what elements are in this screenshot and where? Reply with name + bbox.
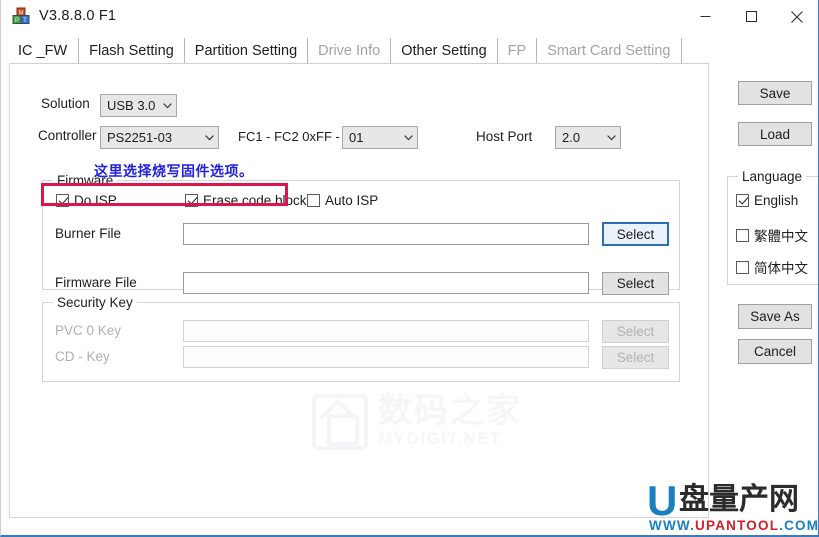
language-group-title: Language bbox=[738, 169, 807, 184]
checkbox-label: English bbox=[754, 193, 799, 208]
chevron-down-icon bbox=[399, 127, 417, 148]
annotation-text: 这里选择烧写固件选项。 bbox=[94, 163, 254, 179]
checkbox-label: Erase code block bbox=[203, 193, 307, 208]
pvc-key-label: PVC 0 Key bbox=[55, 323, 122, 338]
checkbox-box bbox=[56, 194, 69, 207]
house-logo-icon bbox=[312, 394, 368, 450]
watermark-url-tld: .COM bbox=[779, 518, 819, 533]
cancel-button[interactable]: Cancel bbox=[738, 339, 812, 364]
pvc-key-select-button: Select bbox=[602, 320, 669, 343]
checkbox-box bbox=[736, 194, 749, 207]
svg-text:T: T bbox=[23, 18, 27, 24]
cd-key-select-button: Select bbox=[602, 346, 669, 369]
burner-file-select-button[interactable]: Select bbox=[602, 222, 669, 246]
controller-dropdown[interactable]: PS2251-03 bbox=[100, 126, 219, 149]
cd-key-input bbox=[183, 346, 589, 368]
checkbox-label: 简体中文 bbox=[754, 261, 808, 276]
tab-fp: FP bbox=[498, 38, 538, 63]
watermark-cn-text: 数码之家 bbox=[378, 392, 522, 430]
host-port-label: Host Port bbox=[476, 129, 533, 144]
burner-file-input[interactable] bbox=[183, 223, 589, 245]
checkbox-auto-isp[interactable]: Auto ISP bbox=[307, 193, 378, 208]
ic-fw-panel: Solution USB 3.0 Controller PS2251-03 FC… bbox=[9, 63, 709, 518]
save-as-button[interactable]: Save As bbox=[738, 304, 812, 329]
host-port-dropdown[interactable]: 2.0 bbox=[555, 126, 621, 149]
cd-key-label: CD - Key bbox=[55, 349, 110, 364]
watermark-url-www: WWW. bbox=[649, 518, 696, 533]
checkbox-box bbox=[185, 194, 198, 207]
controller-value: PS2251-03 bbox=[107, 130, 173, 145]
checkbox-box bbox=[307, 194, 320, 207]
tab-smart-card-setting: Smart Card Setting bbox=[537, 38, 682, 63]
save-button[interactable]: Save bbox=[738, 81, 812, 105]
firmware-group: Firmware Do ISP Erase code block Auto IS… bbox=[42, 173, 680, 295]
solution-dropdown[interactable]: USB 3.0 bbox=[100, 94, 177, 117]
checkbox-box bbox=[736, 228, 749, 242]
watermark-en-text: MYDIGIT.NET bbox=[378, 429, 503, 448]
security-key-group-title: Security Key bbox=[53, 295, 137, 310]
app-blocks-icon: M P T bbox=[12, 7, 30, 25]
checkbox-label: 繁體中文 bbox=[754, 229, 808, 244]
firmware-file-input[interactable] bbox=[183, 272, 589, 294]
minimize-button[interactable] bbox=[682, 0, 728, 33]
firmware-file-label: Firmware File bbox=[55, 275, 137, 290]
application-window: M P T V3.8.8.0 F1 IC _FW Flash Setting P… bbox=[0, 0, 819, 537]
language-group: Language English 繁體中文 简体中文 bbox=[727, 169, 818, 285]
tab-other-setting[interactable]: Other Setting bbox=[391, 38, 498, 63]
watermark-br-url: WWW.UPANTOOL.COM bbox=[649, 518, 819, 533]
checkbox-box bbox=[736, 260, 749, 274]
close-button[interactable] bbox=[774, 0, 818, 33]
tab-ic-fw[interactable]: IC _FW bbox=[9, 38, 80, 63]
solution-label: Solution bbox=[41, 96, 90, 111]
checkbox-label: Auto ISP bbox=[325, 193, 379, 208]
fc-range-label: FC1 - FC2 0xFF - bbox=[238, 129, 340, 144]
window-title: V3.8.8.0 F1 bbox=[39, 8, 117, 24]
host-port-value: 2.0 bbox=[562, 130, 581, 145]
controller-label: Controller bbox=[38, 128, 97, 143]
firmware-file-select-button[interactable]: Select bbox=[602, 272, 669, 295]
solution-value: USB 3.0 bbox=[107, 98, 156, 113]
chevron-down-icon bbox=[200, 127, 218, 148]
maximize-button[interactable] bbox=[728, 0, 774, 33]
checkbox-erase-code-block[interactable]: Erase code block bbox=[185, 193, 307, 208]
tab-strip: IC _FW Flash Setting Partition Setting D… bbox=[9, 38, 709, 63]
load-button[interactable]: Load bbox=[738, 122, 812, 146]
fc-range-value: 01 bbox=[349, 130, 364, 145]
checkbox-do-isp[interactable]: Do ISP bbox=[56, 193, 117, 208]
checkbox-language-english[interactable]: English bbox=[736, 193, 798, 208]
checkbox-language-traditional-chinese[interactable]: 繁體中文 bbox=[736, 225, 808, 245]
fc-range-dropdown[interactable]: 01 bbox=[342, 126, 418, 149]
tab-drive-info: Drive Info bbox=[308, 38, 392, 63]
burner-file-label: Burner File bbox=[55, 226, 122, 241]
tab-partition-setting[interactable]: Partition Setting bbox=[185, 38, 309, 63]
watermark-url-name: UPANTOOL bbox=[695, 518, 780, 533]
pvc-key-input bbox=[183, 320, 589, 342]
window-controls bbox=[682, 0, 818, 33]
chevron-down-icon bbox=[602, 127, 620, 148]
checkbox-language-simplified-chinese[interactable]: 简体中文 bbox=[736, 257, 808, 277]
chevron-down-icon bbox=[158, 95, 176, 116]
security-key-group: Security Key PVC 0 Key Select CD - Key S… bbox=[42, 295, 680, 382]
svg-text:P: P bbox=[15, 18, 19, 24]
tab-flash-setting[interactable]: Flash Setting bbox=[79, 38, 185, 63]
title-bar: M P T V3.8.8.0 F1 bbox=[1, 0, 818, 33]
watermark-mydigit: 数码之家 MYDIGIT.NET bbox=[312, 387, 522, 457]
checkbox-label: Do ISP bbox=[74, 193, 117, 208]
